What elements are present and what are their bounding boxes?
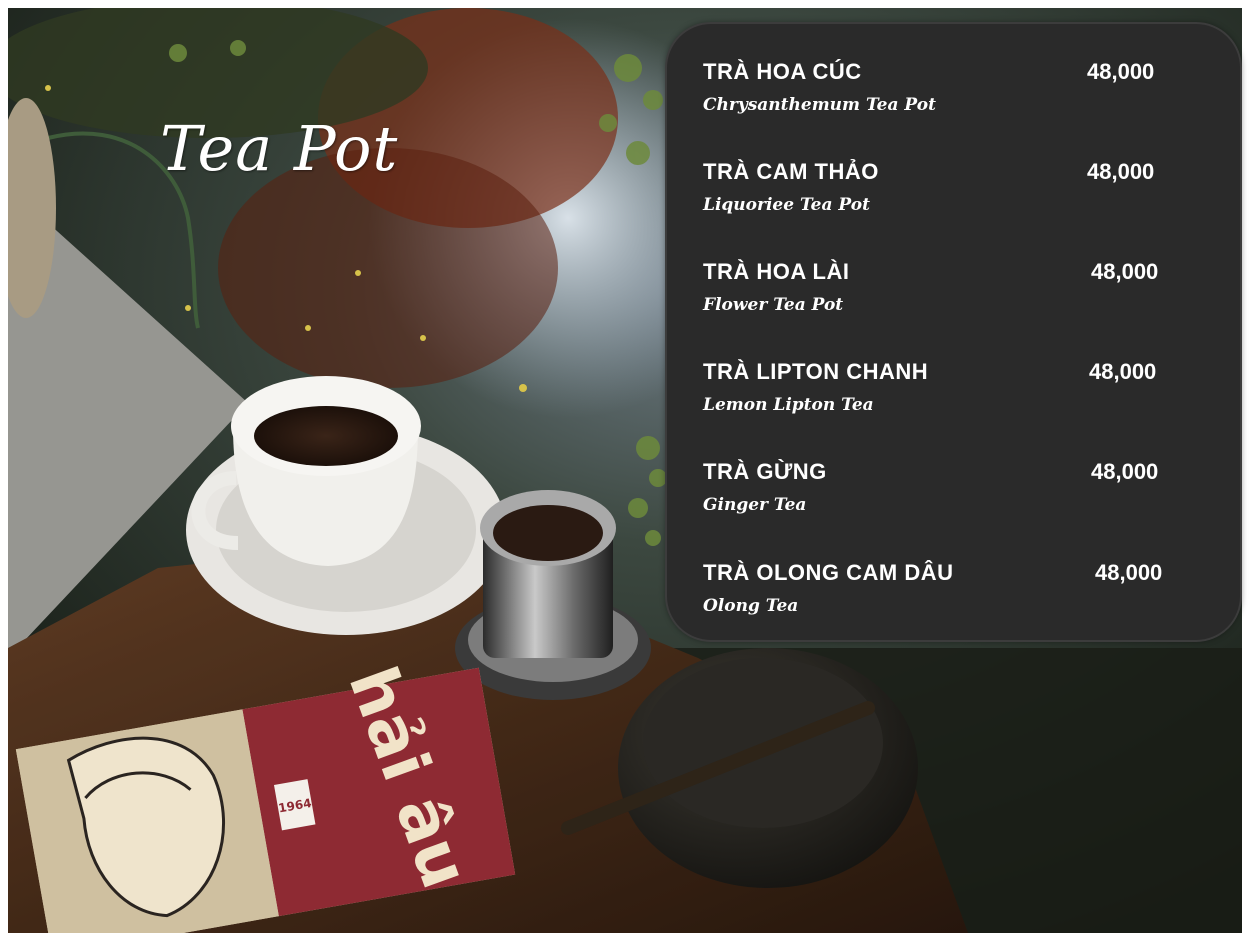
item-name: TRÀ GỪNG xyxy=(703,459,827,484)
menu-item: TRÀ LIPTON CHANH 48,000 Lemon Lipton Tea xyxy=(703,359,1173,439)
item-price: 48,000 xyxy=(1095,560,1163,585)
item-subtitle: Olong Tea xyxy=(703,596,799,616)
item-name: TRÀ OLONG CAM DÂU xyxy=(703,560,954,585)
menu-item: TRÀ GỪNG 48,000 Ginger Tea xyxy=(703,459,1173,539)
item-name: TRÀ LIPTON CHANH xyxy=(703,359,929,384)
page-title: Tea Pot xyxy=(160,112,399,185)
item-price: 48,000 xyxy=(1091,459,1159,484)
menu-item: TRÀ HOA CÚC 48,000 Chrysanthemum Tea Pot xyxy=(703,59,1173,139)
menu-slide: 1964 hải âu Tea Pot TRÀ HOA CÚC 48,000 C… xyxy=(0,0,1250,941)
item-subtitle: Chrysanthemum Tea Pot xyxy=(703,95,936,115)
menu-item: TRÀ CAM THẢO 48,000 Liquoriee Tea Pot xyxy=(703,159,1173,239)
item-name: TRÀ HOA CÚC xyxy=(703,59,862,84)
item-price: 48,000 xyxy=(1087,159,1155,184)
item-subtitle: Flower Tea Pot xyxy=(703,295,844,315)
item-price: 48,000 xyxy=(1091,259,1159,284)
item-subtitle: Lemon Lipton Tea xyxy=(703,395,874,415)
item-name: TRÀ CAM THẢO xyxy=(703,159,879,184)
item-subtitle: Liquoriee Tea Pot xyxy=(703,195,870,215)
item-price: 48,000 xyxy=(1087,59,1155,84)
item-price: 48,000 xyxy=(1089,359,1157,384)
menu-item: TRÀ OLONG CAM DÂU 48,000 Olong Tea xyxy=(703,560,1173,640)
menu-panel: TRÀ HOA CÚC 48,000 Chrysanthemum Tea Pot… xyxy=(665,22,1242,642)
item-name: TRÀ HOA LÀI xyxy=(703,259,850,284)
item-subtitle: Ginger Tea xyxy=(703,495,807,515)
menu-item: TRÀ HOA LÀI 48,000 Flower Tea Pot xyxy=(703,259,1173,339)
